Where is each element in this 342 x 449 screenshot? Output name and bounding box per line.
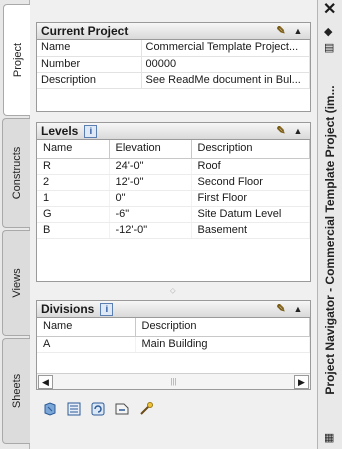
edit-icon[interactable]: ✎: [274, 303, 288, 315]
table-row[interactable]: G -6" Site Datum Level: [37, 206, 310, 223]
level-name: G: [37, 206, 110, 223]
edit-icon[interactable]: ✎: [274, 25, 288, 37]
divisions-table: Name Description A Main Building: [37, 318, 310, 353]
current-project-title: Current Project: [41, 24, 129, 38]
splitter-grip-icon[interactable]: ⬦: [170, 286, 176, 296]
scroll-left-icon[interactable]: ◀: [38, 375, 53, 389]
column-header-description[interactable]: Description: [135, 318, 310, 337]
tab-sheets[interactable]: Sheets: [2, 338, 30, 444]
auto-hide-icon[interactable]: ◆: [324, 26, 332, 38]
division-name: A: [37, 336, 136, 353]
column-header-name[interactable]: Name: [37, 318, 136, 337]
levels-title: Levels: [41, 124, 79, 138]
level-name: 2: [37, 174, 110, 191]
scroll-right-icon[interactable]: ▶: [294, 375, 309, 389]
tab-constructs-label: Constructs: [10, 146, 23, 200]
project-navigator-palette: Project Constructs Views Sheets Current …: [0, 0, 342, 449]
levels-table: Name Elevation Description R 24'-0" Roof…: [37, 140, 310, 239]
refresh-icon[interactable]: [40, 399, 60, 419]
table-row[interactable]: B -12'-0" Basement: [37, 222, 310, 239]
tab-views[interactable]: Views: [2, 230, 30, 336]
tab-content: Current Project ✎ ▲ Name Commercial Temp…: [30, 0, 318, 449]
scroll-thumb[interactable]: |||: [55, 376, 292, 387]
divisions-section: Divisions i ✎ ▲ Name Description A Main B…: [36, 300, 311, 390]
current-project-section: Current Project ✎ ▲ Name Commercial Temp…: [36, 22, 311, 112]
table-header-row: Name Elevation Description: [37, 140, 310, 159]
collapse-icon[interactable]: ▲: [292, 25, 304, 37]
column-header-name[interactable]: Name: [37, 140, 110, 159]
property-name: Name: [37, 40, 142, 57]
level-name: 1: [37, 190, 110, 207]
tab-strip: Project Constructs Views Sheets: [0, 0, 31, 449]
property-name: Description: [37, 72, 142, 89]
palette-icon: ▦: [324, 432, 335, 444]
level-name: B: [37, 222, 110, 239]
table-row[interactable]: Number 00000: [37, 56, 310, 73]
level-description: Site Datum Level: [191, 206, 310, 223]
column-header-elevation[interactable]: Elevation: [109, 140, 192, 159]
edit-icon[interactable]: ✎: [274, 125, 288, 137]
collapse-icon[interactable]: ▲: [292, 303, 304, 315]
level-elevation: -6": [109, 206, 192, 223]
current-project-header: Current Project ✎ ▲: [37, 23, 310, 40]
horizontal-scrollbar[interactable]: ◀ ||| ▶: [37, 373, 310, 389]
table-row[interactable]: Description See ReadMe document in Bul..…: [37, 72, 310, 89]
palette-title: Project Navigator - Commercial Template …: [323, 85, 337, 395]
level-description: First Floor: [191, 190, 310, 207]
tab-sheets-label: Sheets: [10, 373, 23, 409]
bottom-toolbar: [36, 399, 196, 421]
info-icon[interactable]: i: [100, 303, 114, 317]
property-value[interactable]: 00000: [141, 56, 310, 73]
level-description: Second Floor: [191, 174, 310, 191]
reload-icon[interactable]: [88, 399, 108, 419]
division-description: Main Building: [135, 336, 310, 353]
table-header-row: Name Description: [37, 318, 310, 337]
collapse-icon[interactable]: ▲: [292, 125, 304, 137]
palette-title-bar[interactable]: ✕ ◆ ▤ Project Navigator - Commercial Tem…: [318, 0, 342, 449]
tab-views-label: Views: [10, 268, 23, 298]
levels-section: Levels i ✎ ▲ Name Elevation Description R…: [36, 122, 311, 282]
level-elevation: 12'-0": [109, 174, 192, 191]
levels-header: Levels i ✎ ▲: [37, 123, 310, 140]
properties-menu-icon[interactable]: ▤: [324, 42, 334, 54]
level-elevation: 24'-0": [109, 158, 192, 175]
divisions-header: Divisions i ✎ ▲: [37, 301, 310, 318]
wizard-icon[interactable]: [136, 399, 156, 419]
column-header-description[interactable]: Description: [191, 140, 310, 159]
table-row[interactable]: A Main Building: [37, 336, 310, 353]
level-description: Roof: [191, 158, 310, 175]
tab-project[interactable]: Project: [3, 4, 31, 116]
property-value[interactable]: See ReadMe document in Bul...: [141, 72, 310, 89]
level-elevation: -12'-0": [109, 222, 192, 239]
tab-constructs[interactable]: Constructs: [2, 118, 30, 228]
repath-icon[interactable]: [112, 399, 132, 419]
current-project-table: Name Commercial Template Project... Numb…: [37, 40, 310, 89]
table-row[interactable]: 2 12'-0" Second Floor: [37, 174, 310, 191]
property-value[interactable]: Commercial Template Project...: [141, 40, 310, 57]
level-name: R: [37, 158, 110, 175]
close-icon[interactable]: ✕: [323, 2, 336, 18]
info-icon[interactable]: i: [84, 125, 98, 139]
divisions-title: Divisions: [41, 302, 95, 316]
property-name: Number: [37, 56, 142, 73]
level-elevation: 0": [109, 190, 192, 207]
table-row[interactable]: Name Commercial Template Project...: [37, 40, 310, 57]
table-row[interactable]: R 24'-0" Roof: [37, 158, 310, 175]
table-row[interactable]: 1 0" First Floor: [37, 190, 310, 207]
tab-project-label: Project: [11, 42, 24, 78]
project-browser-icon[interactable]: [64, 399, 84, 419]
level-description: Basement: [191, 222, 310, 239]
